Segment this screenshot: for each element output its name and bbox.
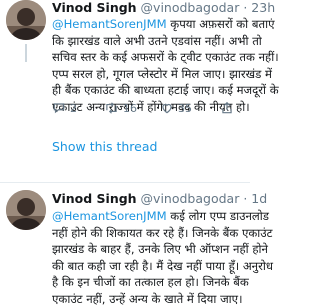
heart-icon xyxy=(162,103,172,114)
tweet-text: @HemantSorenJMM कई लोग एप्प डाउनलोड नहीं… xyxy=(52,209,273,306)
reply-icon xyxy=(53,103,65,114)
show-thread-link[interactable]: Show this thread xyxy=(52,139,157,154)
author-name[interactable]: Vinod Singh xyxy=(52,0,137,15)
avatar-photo-icon xyxy=(6,0,46,40)
tweet-header: Vinod Singh @vinodbagodar · 23h xyxy=(52,0,276,15)
share-icon xyxy=(222,101,232,114)
mention-link[interactable]: @HemantSorenJMM xyxy=(52,17,167,31)
like-button[interactable]: 35 xyxy=(160,101,192,115)
thread-connector xyxy=(25,44,27,62)
share-button[interactable] xyxy=(220,101,234,115)
tweet-divider xyxy=(0,182,250,183)
tweet-header: Vinod Singh @vinodbagodar · 1d xyxy=(52,191,268,206)
author-handle[interactable]: @vinodbagodar xyxy=(141,0,240,15)
tweet-time[interactable]: 23h xyxy=(251,0,275,15)
tweet-time[interactable]: 1d xyxy=(251,191,267,206)
avatar[interactable] xyxy=(6,190,46,230)
author-name[interactable]: Vinod Singh xyxy=(52,191,137,206)
tweet-actions: 2 16 35 xyxy=(52,101,248,117)
avatar-photo-icon xyxy=(6,190,46,230)
retweet-button[interactable]: 16 xyxy=(104,101,137,115)
mention-link[interactable]: @HemantSorenJMM xyxy=(52,209,167,223)
reply-button[interactable]: 2 xyxy=(52,101,77,115)
author-handle[interactable]: @vinodbagodar xyxy=(141,191,240,206)
avatar[interactable] xyxy=(6,0,46,40)
retweet-count: 16 xyxy=(123,101,137,115)
like-count: 35 xyxy=(178,101,192,115)
reply-count: 2 xyxy=(70,101,77,115)
retweet-icon xyxy=(106,102,117,114)
